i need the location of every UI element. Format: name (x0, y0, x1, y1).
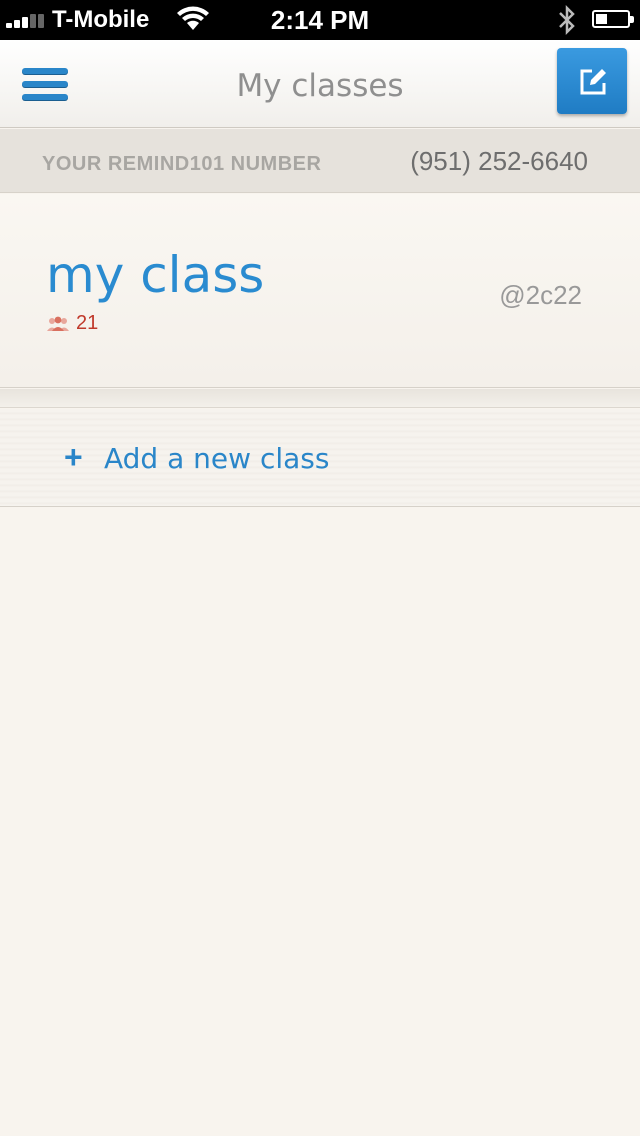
remind-number-label: YOUR REMIND101 NUMBER (42, 153, 322, 175)
remind-number-value[interactable]: (951) 252-6640 (410, 146, 588, 177)
page-title: My classes (236, 68, 404, 104)
status-time: 2:14 PM (270, 5, 370, 35)
class-list-item[interactable]: my class 21 @2c22 (0, 194, 640, 388)
add-new-class-label: Add a new class (104, 442, 330, 475)
add-new-class-button[interactable]: + Add a new class (0, 409, 640, 507)
navigation-bar: My classes (0, 40, 640, 128)
battery-icon (592, 10, 634, 28)
remind-number-banner: YOUR REMIND101 NUMBER (951) 252-6640 (0, 129, 640, 193)
plus-icon: + (64, 439, 83, 475)
section-divider (0, 389, 640, 408)
people-icon (47, 316, 69, 331)
compose-button[interactable] (557, 48, 627, 114)
class-code: @2c22 (499, 280, 582, 310)
class-name: my class (46, 246, 265, 304)
status-bar: T-Mobile 2:14 PM (0, 0, 640, 40)
member-count: 21 (76, 312, 99, 334)
compose-icon (580, 69, 606, 95)
class-member-count: 21 (46, 312, 98, 335)
bluetooth-icon (556, 4, 578, 41)
